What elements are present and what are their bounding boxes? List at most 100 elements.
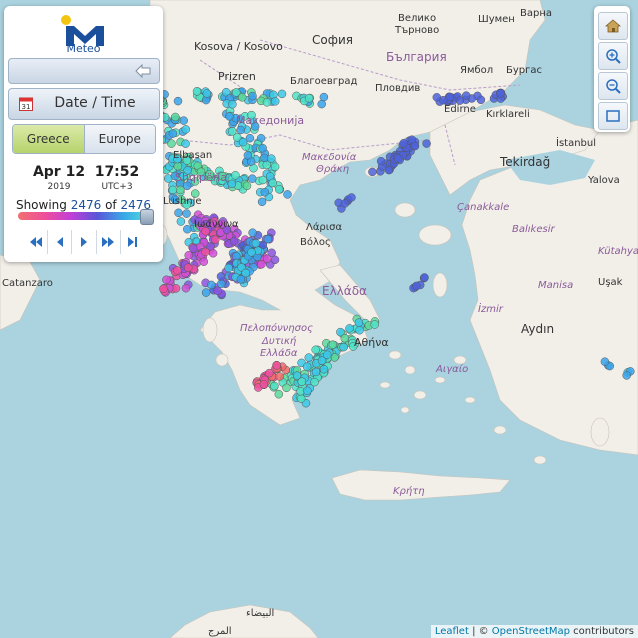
- lightning-strike: [184, 251, 193, 260]
- map-label: Manisa: [538, 280, 573, 291]
- map-label: Kırklareli: [486, 109, 530, 120]
- map-label: Αθήνα: [354, 336, 389, 349]
- lightning-strike: [303, 386, 312, 396]
- lightning-strike: [277, 89, 287, 99]
- lightning-strike: [199, 257, 209, 266]
- play-button[interactable]: [71, 230, 95, 254]
- lightning-strike: [231, 88, 241, 97]
- lightning-strike: [262, 98, 272, 107]
- map-label: Aydın: [521, 322, 554, 336]
- lightning-strike: [173, 266, 182, 275]
- lightning-strike: [496, 89, 505, 98]
- map-label: Yalova: [587, 175, 620, 186]
- lightning-strike: [182, 209, 191, 218]
- fullscreen-button[interactable]: [598, 102, 628, 130]
- step-end-icon: [128, 237, 138, 247]
- map-label: Θράκη: [316, 163, 349, 175]
- lightning-strike: [241, 268, 250, 278]
- fast-forward-button[interactable]: [95, 230, 120, 254]
- lightning-strike: [168, 185, 178, 195]
- lightning-strike: [176, 217, 186, 226]
- lightning-strike: [412, 281, 421, 291]
- lightning-strike: [258, 175, 268, 185]
- lightning-strike: [248, 91, 257, 101]
- tab-greece[interactable]: Greece: [13, 125, 84, 153]
- search-input[interactable]: [8, 58, 160, 84]
- lightning-strike: [319, 92, 329, 102]
- map-label: Tekirdağ: [499, 155, 550, 169]
- lightning-strike: [213, 286, 222, 296]
- lightning-strike: [227, 127, 237, 136]
- date-time-button[interactable]: 31 Date / Time: [8, 88, 160, 120]
- lightning-strike: [328, 340, 338, 349]
- fast-forward-icon: [102, 237, 115, 247]
- lightning-strike: [243, 151, 253, 160]
- island-lesvos: [418, 224, 452, 246]
- lightning-strike: [476, 95, 486, 105]
- home-button[interactable]: [598, 12, 628, 40]
- showing-sep: of: [105, 198, 117, 212]
- lightning-strike: [228, 100, 237, 109]
- zoom-out-button[interactable]: [598, 72, 628, 100]
- map-label: Shqipëria: [175, 171, 227, 184]
- step-backward-icon: [56, 237, 63, 247]
- showing-shown: 2476: [70, 198, 102, 212]
- rewind-button[interactable]: [24, 230, 47, 254]
- lightning-strike: [211, 235, 220, 244]
- lightning-strike: [297, 377, 307, 386]
- lightning-strike: [183, 263, 193, 272]
- lightning-strike: [339, 342, 348, 352]
- lightning-strike: [201, 288, 211, 297]
- lightning-strike: [227, 179, 237, 189]
- lightning-strike: [265, 368, 274, 378]
- fullscreen-icon: [606, 110, 620, 122]
- map-label: Prizren: [218, 70, 256, 83]
- lightning-strike: [270, 381, 279, 391]
- fast-backward-icon: [29, 237, 42, 247]
- zoom-in-button[interactable]: [598, 42, 628, 70]
- lightning-strike: [257, 260, 266, 269]
- leaflet-link[interactable]: Leaflet: [435, 626, 469, 637]
- lightning-strike: [370, 320, 379, 329]
- time-slider-handle[interactable]: [140, 209, 154, 225]
- step-end-button[interactable]: [119, 230, 144, 254]
- lightning-strike: [422, 139, 431, 148]
- lightning-strike: [274, 389, 284, 399]
- date-time-label: Date / Time: [54, 95, 136, 111]
- map-label: Elbasan: [173, 150, 212, 161]
- arrow-left-icon[interactable]: [135, 64, 151, 78]
- lightning-strike: [270, 255, 280, 265]
- lightning-strike: [258, 143, 267, 153]
- lightning-strike: [420, 273, 429, 282]
- map-label: Ελλάδα: [322, 284, 367, 298]
- step-back-button[interactable]: [47, 230, 71, 254]
- lightning-strike: [247, 248, 256, 257]
- osm-link[interactable]: OpenStreetMap: [492, 626, 570, 637]
- island-rhodes: [590, 417, 610, 447]
- map-label: Çanakkale: [457, 202, 509, 213]
- map-label: المرج: [208, 626, 232, 637]
- lightning-strike: [368, 167, 377, 177]
- lightning-strike: [201, 247, 210, 257]
- time-slider-track[interactable]: [18, 212, 150, 220]
- island-chios: [432, 272, 448, 298]
- lightning-strike: [173, 96, 183, 106]
- lightning-strike: [208, 249, 218, 258]
- map-label: Balıkesir: [512, 224, 555, 235]
- lightning-strike: [242, 181, 252, 191]
- lightning-strike: [340, 199, 350, 208]
- lightning-strike: [192, 87, 202, 96]
- tab-europe[interactable]: Europe: [83, 125, 155, 153]
- lightning-strike: [354, 318, 364, 327]
- lightning-strike: [311, 367, 321, 377]
- map-label: Ιωάννινα: [194, 218, 239, 230]
- lightning-strike: [171, 112, 180, 122]
- map-label: Варна: [520, 8, 552, 19]
- lightning-strike: [225, 112, 234, 121]
- map-label: България: [386, 50, 447, 64]
- lightning-strike: [393, 154, 403, 163]
- showing-prefix: Showing: [15, 198, 67, 212]
- control-panel: Meteo 31 Date / Time Greece Europe Apr 1…: [4, 6, 163, 262]
- lightning-strike: [207, 280, 216, 290]
- lightning-strike: [347, 193, 356, 202]
